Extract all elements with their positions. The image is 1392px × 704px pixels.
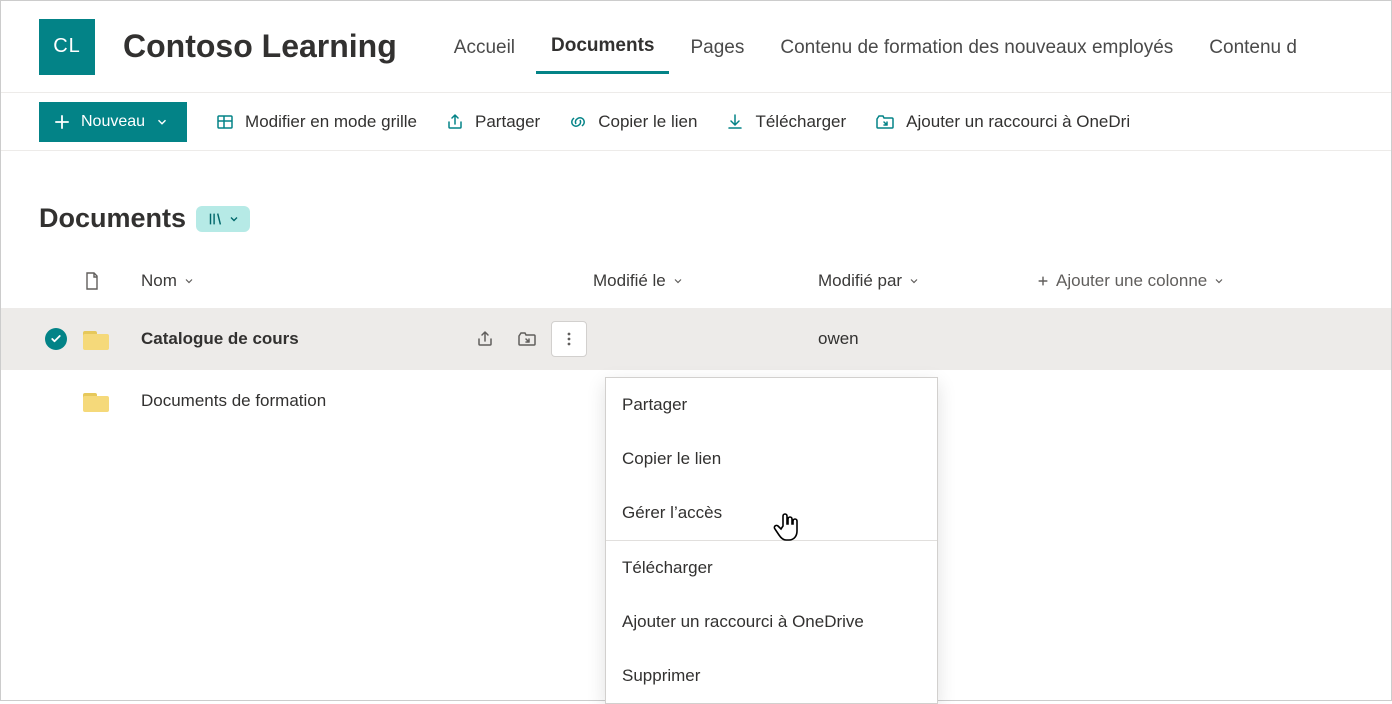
folder-icon [83, 390, 141, 412]
row-actions [467, 321, 593, 357]
share-icon [475, 329, 495, 349]
col-modified-by-label: Modifié par [818, 271, 902, 291]
nav-item-accueil[interactable]: Accueil [439, 33, 530, 73]
grid-icon [215, 112, 235, 132]
site-title[interactable]: Contoso Learning [123, 28, 397, 65]
row-shortcut-button[interactable] [509, 321, 545, 357]
shortcut-icon [874, 112, 896, 132]
col-type[interactable] [83, 271, 141, 291]
menu-item-download[interactable]: Télécharger [606, 541, 937, 595]
col-modified-by[interactable]: Modifié par [818, 271, 1036, 291]
library-title-row: Documents [1, 151, 1391, 248]
folder-icon [83, 328, 141, 350]
menu-item-manage-access[interactable]: Gérer l’accès [606, 486, 937, 540]
row-name[interactable]: Catalogue de cours [141, 329, 453, 349]
cmd-copy-link-label: Copier le lien [598, 112, 697, 132]
cmd-share-label: Partager [475, 112, 540, 132]
cmd-download-label: Télécharger [755, 112, 846, 132]
nav-item-onboarding-content[interactable]: Contenu de formation des nouveaux employ… [765, 33, 1188, 73]
row-share-button[interactable] [467, 321, 503, 357]
hand-cursor-icon [773, 510, 803, 544]
col-name-label: Nom [141, 271, 177, 291]
chevron-down-icon [183, 275, 195, 287]
checkmark-icon [45, 328, 67, 350]
shortcut-icon [516, 329, 538, 349]
new-button-label: Nouveau [81, 113, 145, 131]
more-vertical-icon [561, 331, 577, 347]
table-header: Nom Modifié le Modifié par Ajouter une c… [1, 254, 1391, 308]
view-selector[interactable] [196, 206, 250, 232]
library-icon [206, 210, 224, 228]
col-modified[interactable]: Modifié le [593, 271, 818, 291]
share-icon [445, 112, 465, 132]
row-more-button[interactable] [551, 321, 587, 357]
cmd-share[interactable]: Partager [445, 112, 540, 132]
download-icon [725, 112, 745, 132]
col-add-column[interactable]: Ajouter une colonne [1036, 271, 1225, 291]
menu-item-copy-link[interactable]: Copier le lien [606, 432, 937, 486]
col-name[interactable]: Nom [141, 271, 593, 291]
chevron-down-icon [908, 275, 920, 287]
row-modified-by: owen [818, 329, 1036, 349]
site-header: CL Contoso Learning Accueil Documents Pa… [1, 1, 1391, 93]
cmd-copy-link[interactable]: Copier le lien [568, 112, 697, 132]
row-select[interactable] [45, 328, 83, 350]
top-nav: Accueil Documents Pages Contenu de forma… [439, 25, 1312, 68]
chevron-down-icon [672, 275, 684, 287]
menu-item-delete[interactable]: Supprimer [606, 649, 937, 703]
cmd-edit-grid[interactable]: Modifier en mode grille [215, 112, 417, 132]
col-add-label: Ajouter une colonne [1056, 271, 1207, 291]
context-menu: Partager Copier le lien Gérer l’accès Té… [605, 377, 938, 704]
table-row[interactable]: Catalogue de cours owen [1, 308, 1391, 370]
library-title: Documents [39, 203, 186, 234]
site-logo[interactable]: CL [39, 19, 95, 75]
chevron-down-icon [155, 115, 169, 129]
menu-item-add-shortcut[interactable]: Ajouter un raccourci à OneDrive [606, 595, 937, 649]
plus-icon [53, 113, 71, 131]
link-icon [568, 112, 588, 132]
menu-item-share[interactable]: Partager [606, 378, 937, 432]
command-bar: Nouveau Modifier en mode grille Partager… [1, 93, 1391, 151]
cmd-edit-grid-label: Modifier en mode grille [245, 112, 417, 132]
nav-item-contenu-cut[interactable]: Contenu d [1194, 33, 1312, 73]
col-modified-label: Modifié le [593, 271, 666, 291]
row-name[interactable]: Documents de formation [141, 391, 593, 411]
plus-icon [1036, 274, 1050, 288]
chevron-down-icon [1213, 275, 1225, 287]
new-button[interactable]: Nouveau [39, 102, 187, 142]
file-icon [83, 271, 101, 291]
cmd-add-shortcut[interactable]: Ajouter un raccourci à OneDri [874, 112, 1130, 132]
cmd-download[interactable]: Télécharger [725, 112, 846, 132]
cmd-add-shortcut-label: Ajouter un raccourci à OneDri [906, 112, 1130, 132]
chevron-down-icon [228, 213, 240, 225]
nav-item-documents[interactable]: Documents [536, 31, 669, 74]
nav-item-pages[interactable]: Pages [675, 33, 759, 73]
